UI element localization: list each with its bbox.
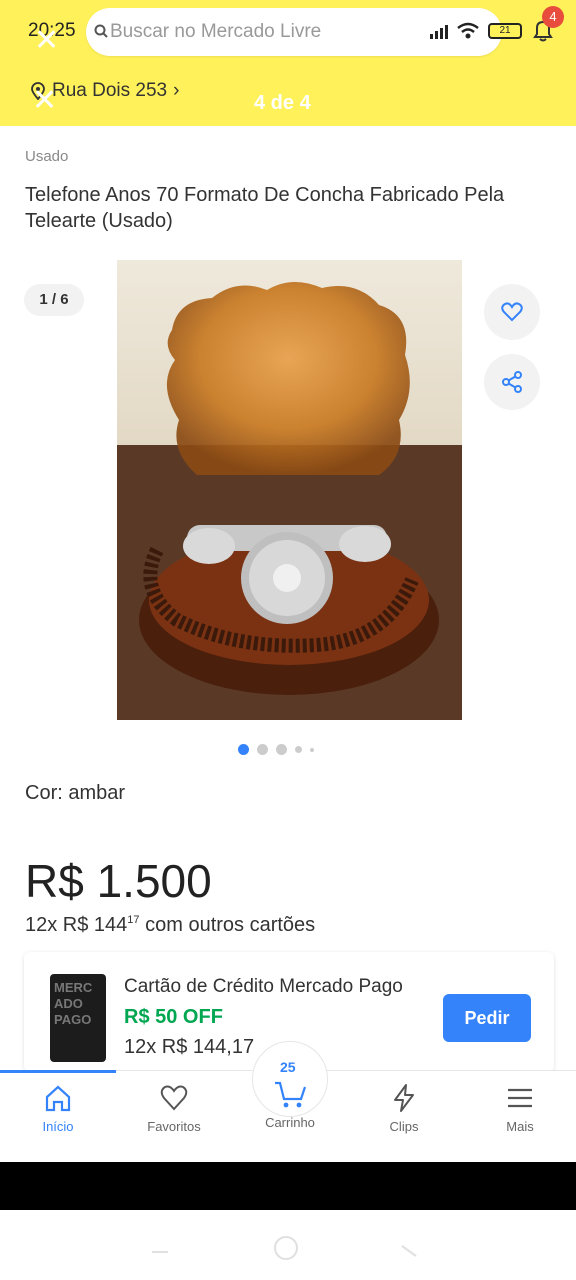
home-system-icon[interactable] xyxy=(272,1234,300,1262)
nav-label: Mais xyxy=(506,1119,534,1134)
installments-cents: 17 xyxy=(127,914,140,926)
nav-item-clips[interactable]: Clips xyxy=(354,1083,454,1134)
notifications-badge: 4 xyxy=(542,6,564,28)
cart-icon xyxy=(275,1081,307,1108)
clips-icon xyxy=(394,1084,414,1112)
product-title: Telefone Anos 70 Formato De Concha Fabri… xyxy=(25,184,505,232)
status-icons: 21 4 xyxy=(430,6,564,44)
close-icon[interactable]: ✕ xyxy=(34,26,59,56)
color-label: Cor: xyxy=(25,782,63,804)
carousel-dot[interactable] xyxy=(276,744,287,755)
system-navigation-bar xyxy=(0,1210,576,1280)
search-icon xyxy=(94,24,108,38)
bottom-navigation: Início Favoritos 25 Carrinho Clips Mais xyxy=(0,1041,576,1162)
color-value: ambar xyxy=(68,782,126,804)
product-condition: Usado xyxy=(25,148,69,165)
product-photo[interactable] xyxy=(117,260,462,720)
credit-card-image: MERCADO PAGO xyxy=(50,974,106,1062)
installments-info: 12x R$ 14417 com outros cartões xyxy=(25,914,315,937)
carousel-dot[interactable] xyxy=(310,747,314,752)
menu-icon xyxy=(508,1088,532,1108)
close-gallery-icon[interactable]: ✕ xyxy=(32,86,57,116)
battery-icon: 21 xyxy=(488,23,522,39)
carousel-dots xyxy=(238,744,314,755)
nav-label: Clips xyxy=(389,1119,419,1134)
image-index: 1 / 6 xyxy=(24,284,84,316)
share-icon xyxy=(502,371,522,393)
gallery-counter: 4 de 4 xyxy=(254,92,311,114)
installments-suffix: com outros cartões xyxy=(139,914,316,936)
offer-installments: 12x R$ 144,17 xyxy=(124,1036,255,1058)
card-art-text: MERCADO PAGO xyxy=(54,980,93,1027)
product-price: R$ 1.500 xyxy=(25,855,212,907)
cart-count: 25 xyxy=(280,1059,296,1075)
request-card-button[interactable]: Pedir xyxy=(443,994,531,1042)
heart-icon xyxy=(501,302,523,322)
address-text: Rua Dois 253 xyxy=(52,80,168,101)
carousel-dot[interactable] xyxy=(295,746,302,753)
wifi-icon xyxy=(457,22,479,39)
notifications-button[interactable]: 4 xyxy=(530,6,564,44)
nav-item-carrinho[interactable]: Carrinho xyxy=(240,1081,340,1130)
carousel-dot[interactable] xyxy=(257,744,268,755)
chevron-right-icon: › xyxy=(173,80,180,101)
header-bar: 20:25 ✕ Buscar no Mercado Livre 21 4 Rua… xyxy=(0,0,576,126)
back-icon[interactable] xyxy=(398,1238,422,1262)
nav-label: Início xyxy=(42,1119,74,1134)
nav-item-favoritos[interactable]: Favoritos xyxy=(124,1083,224,1134)
offer-discount: R$ 50 OFF xyxy=(124,1006,223,1028)
favorite-button[interactable] xyxy=(484,284,540,340)
active-tab-indicator xyxy=(0,1070,116,1073)
recent-apps-icon[interactable] xyxy=(148,1238,172,1258)
heart-icon xyxy=(160,1085,188,1111)
share-button[interactable] xyxy=(484,354,540,410)
system-bar-divider xyxy=(0,1162,576,1210)
nav-item-inicio[interactable]: Início xyxy=(8,1083,108,1134)
nav-label: Carrinho xyxy=(265,1115,315,1130)
search-placeholder: Buscar no Mercado Livre xyxy=(110,21,322,42)
installments-prefix: 12x R$ 144 xyxy=(25,914,128,936)
nav-item-mais[interactable]: Mais xyxy=(470,1083,570,1134)
color-selection: Cor: ambar xyxy=(25,782,125,805)
home-icon xyxy=(45,1085,71,1112)
offer-title: Cartão de Crédito Mercado Pago xyxy=(124,976,403,997)
signal-icon xyxy=(430,23,448,39)
nav-label: Favoritos xyxy=(147,1119,201,1134)
carousel-dot-active[interactable] xyxy=(238,744,249,755)
